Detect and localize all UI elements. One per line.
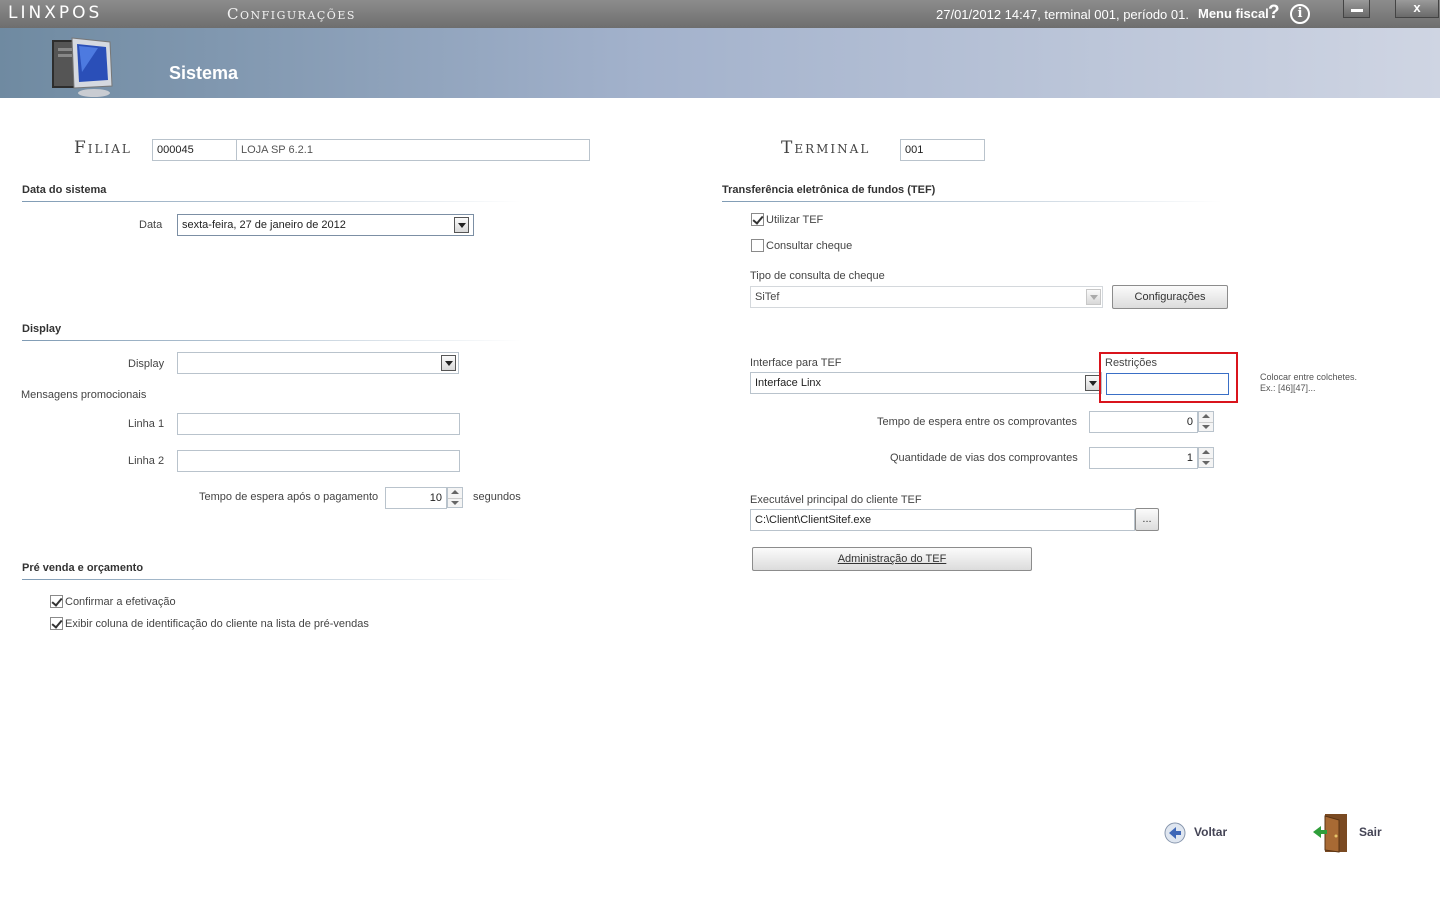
voltar-label: Voltar	[1194, 825, 1228, 839]
spin-up-icon[interactable]	[448, 488, 462, 498]
status-text: 27/01/2012 14:47, terminal 001, período …	[936, 7, 1189, 22]
configuracoes-button[interactable]: Configurações	[1112, 285, 1228, 309]
restricoes-label: Restrições	[1105, 357, 1157, 369]
interface-tef-select[interactable]: Interface Linx	[750, 372, 1102, 394]
display-dropdown-arrow-icon[interactable]	[441, 355, 456, 371]
admin-tef-button[interactable]: Administração do TEF	[752, 547, 1032, 571]
confirmar-checkbox[interactable]	[50, 595, 63, 608]
linha1-input[interactable]	[177, 413, 460, 435]
sair-label: Sair	[1359, 825, 1382, 839]
tipo-consulta-select[interactable]: SiTef	[750, 286, 1103, 308]
display-section-title: Display	[22, 323, 62, 335]
restricoes-input[interactable]	[1106, 373, 1229, 395]
minimize-button[interactable]	[1343, 0, 1370, 18]
computer-icon	[52, 37, 113, 97]
section-divider	[22, 201, 522, 202]
filial-label: Filial	[74, 138, 132, 158]
menu-fiscal-link[interactable]: Menu fiscal	[1198, 6, 1269, 21]
terminal-field[interactable]: 001	[900, 139, 985, 161]
tempo-comprovantes-input[interactable]: 0	[1089, 411, 1198, 433]
tempo-pagamento-label: Tempo de espera após o pagamento	[199, 491, 379, 503]
minimize-icon	[1351, 9, 1363, 12]
close-button[interactable]: x	[1395, 0, 1439, 18]
data-section-title: Data do sistema	[22, 184, 107, 196]
app-logo: LINXPOS	[8, 3, 103, 23]
browse-button[interactable]: ...	[1135, 508, 1159, 531]
title-bar: LINXPOS Configurações 27/01/2012 14:47, …	[0, 0, 1440, 28]
executavel-label: Executável principal do cliente TEF	[750, 494, 922, 506]
data-dropdown-arrow-icon[interactable]	[454, 217, 469, 233]
section-divider	[22, 340, 522, 341]
exibir-coluna-label: Exibir coluna de identificação do client…	[65, 618, 369, 630]
tef-section-title: Transferência eletrônica de fundos (TEF)	[722, 184, 936, 196]
executavel-input[interactable]: C:\Client\ClientSitef.exe	[750, 509, 1135, 531]
interface-tef-arrow-icon[interactable]	[1085, 375, 1100, 391]
spin-down-icon[interactable]	[1199, 421, 1213, 432]
spin-down-icon[interactable]	[1199, 457, 1213, 468]
filial-name-field: LOJA SP 6.2.1	[236, 139, 590, 161]
exit-door-icon	[1313, 814, 1347, 853]
display-select[interactable]	[177, 352, 459, 374]
spin-up-icon[interactable]	[1199, 412, 1213, 422]
vias-comprovantes-label: Quantidade de vias dos comprovantes	[890, 452, 1078, 464]
tempo-comprovantes-stepper[interactable]	[1198, 411, 1214, 432]
tempo-unit-label: segundos	[473, 491, 521, 503]
utilizar-tef-label: Utilizar TEF	[766, 214, 824, 226]
utilizar-tef-checkbox[interactable]	[751, 213, 764, 226]
close-icon: x	[1413, 0, 1421, 15]
exibir-coluna-checkbox[interactable]	[50, 617, 63, 630]
data-date-picker[interactable]: sexta-feira, 27 de janeiro de 2012	[177, 214, 474, 236]
vias-comprovantes-stepper[interactable]	[1198, 447, 1214, 468]
consultar-cheque-label: Consultar cheque	[766, 240, 853, 252]
data-label: Data	[139, 219, 163, 231]
tempo-pagamento-input[interactable]: 10	[385, 487, 447, 509]
restricoes-hint-line1: Colocar entre colchetes.	[1260, 372, 1358, 382]
info-icon[interactable]: i	[1290, 4, 1310, 24]
mensagens-label: Mensagens promocionais	[21, 389, 147, 401]
linha2-input[interactable]	[177, 450, 460, 472]
spin-down-icon[interactable]	[448, 497, 462, 508]
tipo-consulta-label: Tipo de consulta de cheque	[750, 270, 885, 282]
consultar-cheque-checkbox[interactable]	[751, 239, 764, 252]
restricoes-hint-line2: Ex.: [46][47]...	[1260, 383, 1316, 393]
tempo-pagamento-stepper[interactable]	[447, 487, 463, 508]
screen-name: Configurações	[227, 5, 356, 23]
terminal-label: Terminal	[781, 138, 871, 158]
linha2-label: Linha 2	[128, 455, 165, 467]
confirmar-label: Confirmar a efetivação	[65, 596, 176, 608]
sair-button[interactable]: Sair	[1311, 812, 1391, 854]
section-divider	[22, 579, 522, 580]
voltar-button[interactable]: Voltar	[1164, 820, 1236, 846]
interface-tef-label: Interface para TEF	[750, 357, 842, 369]
section-divider	[722, 201, 1222, 202]
page-title: Sistema	[169, 63, 239, 83]
display-label: Display	[128, 358, 165, 370]
linha1-label: Linha 1	[128, 418, 165, 430]
vias-comprovantes-input[interactable]: 1	[1089, 447, 1198, 469]
prevenda-section-title: Pré venda e orçamento	[22, 562, 144, 574]
filial-code-field[interactable]: 000045	[152, 139, 237, 161]
spin-up-icon[interactable]	[1199, 448, 1213, 458]
tempo-comprovantes-label: Tempo de espera entre os comprovantes	[877, 416, 1077, 428]
help-icon[interactable]: ?	[1268, 2, 1280, 24]
tipo-consulta-arrow-icon[interactable]	[1086, 289, 1101, 305]
back-arrow-icon	[1164, 822, 1186, 844]
